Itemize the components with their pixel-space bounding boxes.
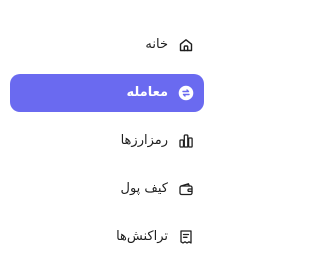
sidebar-item-label: خانه — [145, 37, 168, 52]
sidebar-item-wallet[interactable]: کیف پول — [10, 170, 204, 208]
sidebar-item-home[interactable]: خانه — [10, 26, 204, 64]
sidebar-item-label: تراکنش‌ها — [116, 229, 168, 244]
sidebar-item-label: کیف پول — [120, 181, 168, 196]
home-icon — [178, 37, 194, 53]
sidebar-item-transactions[interactable]: تراکنش‌ها — [10, 218, 204, 256]
receipt-icon — [178, 229, 194, 245]
sidebar-nav: خانه معامله رمزارزها — [0, 0, 214, 277]
exchange-icon — [178, 85, 194, 101]
wallet-icon — [178, 181, 194, 197]
sidebar-item-label: معامله — [126, 85, 168, 100]
sidebar-item-cryptocurrencies[interactable]: رمزارزها — [10, 122, 204, 160]
sidebar-item-trade[interactable]: معامله — [10, 74, 204, 112]
sidebar-item-label: رمزارزها — [120, 133, 168, 148]
bar-chart-icon — [178, 133, 194, 149]
